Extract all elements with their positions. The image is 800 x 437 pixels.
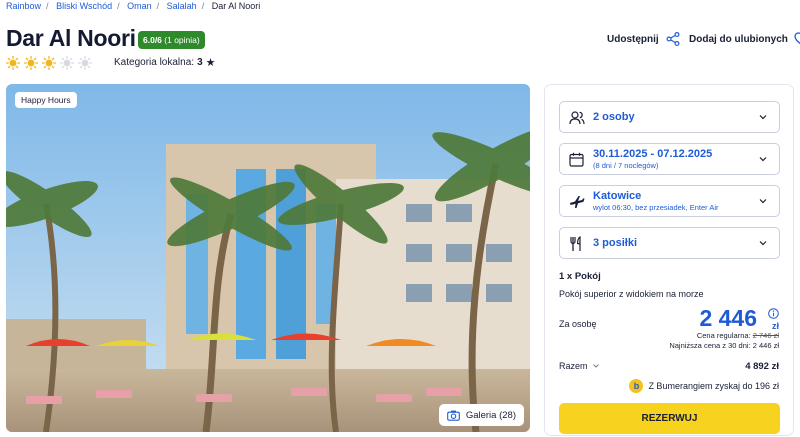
plane-icon: [570, 196, 585, 208]
rating-badge[interactable]: 6.0/6 (1 opinia): [138, 31, 205, 49]
breadcrumb-link-rainbow[interactable]: Rainbow: [6, 1, 41, 11]
sun-icon: [6, 56, 20, 70]
departure-select[interactable]: Katowice wylot 06:30, bez przesiadek, En…: [559, 185, 780, 217]
room-count: 1 x Pokój: [559, 271, 601, 282]
breadcrumb-separator: /: [117, 1, 120, 11]
share-button[interactable]: Udostępnij: [607, 32, 680, 46]
total-price: 4 892 zł: [745, 361, 779, 372]
sun-icon: [24, 56, 38, 70]
breadcrumb-link-middle-east[interactable]: Bliski Wschód: [56, 1, 112, 11]
cutlery-icon: [570, 236, 581, 251]
sun-rating: [6, 56, 92, 70]
happy-hours-tag: Happy Hours: [15, 92, 77, 108]
chevron-down-icon: [759, 115, 767, 120]
share-icon: [666, 32, 680, 46]
camera-icon: [446, 410, 460, 421]
calendar-icon: [569, 152, 584, 167]
dates-value: 30.11.2025 - 07.12.2025: [593, 148, 713, 160]
breadcrumb-link-salalah[interactable]: Salalah: [167, 1, 197, 11]
local-category-label: Kategoria lokalna:: [114, 57, 195, 68]
chevron-down-icon: [759, 241, 767, 246]
favorites-label: Dodaj do ulubionych: [689, 33, 788, 45]
dates-select[interactable]: 30.11.2025 - 07.12.2025 (8 dni / 7 nocle…: [559, 143, 780, 175]
meals-value: 3 posiłki: [593, 237, 638, 249]
price-currency: zł: [771, 321, 779, 331]
breadcrumb-current: Dar Al Noori: [211, 1, 261, 11]
total-toggle[interactable]: Razem: [559, 361, 600, 371]
gallery-label: Galeria (28): [465, 409, 516, 421]
book-button[interactable]: REZERWUJ: [559, 403, 780, 434]
chevron-down-icon: [759, 157, 767, 162]
gallery-button[interactable]: Galeria (28): [438, 404, 524, 426]
total-label: Razem: [559, 361, 588, 371]
local-category-value: 3: [197, 57, 203, 68]
rating-score: 6.0/6: [143, 35, 162, 45]
bumerang-text: Z Bumerangiem zyskaj do 196 zł: [648, 381, 779, 391]
departure-value: Katowice: [593, 190, 642, 202]
share-label: Udostępnij: [607, 33, 659, 45]
dates-duration: (8 dni / 7 noclegów): [593, 161, 659, 170]
users-icon: [569, 111, 585, 125]
local-category: Kategoria lokalna: 3 ★: [114, 57, 216, 68]
meals-select[interactable]: 3 posiłki: [559, 227, 780, 259]
per-person-label: Za osobę: [559, 319, 597, 329]
breadcrumb-separator: /: [201, 1, 205, 11]
breadcrumb-separator: /: [156, 1, 160, 11]
hotel-title: Dar Al Noori: [6, 25, 136, 51]
sun-icon: [78, 56, 92, 70]
chevron-down-icon: [592, 364, 599, 368]
price-per-person: 2 446: [699, 305, 757, 331]
sun-icon: [42, 56, 56, 70]
bumerang-coin-icon: b: [629, 379, 644, 393]
breadcrumb-separator: /: [46, 1, 49, 11]
bumerang-promo: b Z Bumerangiem zyskaj do 196 zł: [629, 379, 779, 393]
persons-value: 2 osoby: [593, 111, 635, 123]
regular-price-value: 2 746 zł: [752, 331, 779, 340]
heart-icon: [794, 32, 800, 45]
info-icon[interactable]: [768, 308, 779, 319]
lowest-price-30-days: Najniższa cena z 30 dni: 2 446 zł: [669, 341, 779, 350]
sun-icon: [60, 56, 74, 70]
regular-price-label: Cena regularna:: [696, 331, 751, 340]
departure-details: wylot 06:30, bez przesiadek, Enter Air: [593, 203, 719, 212]
add-to-favorites-button[interactable]: Dodaj do ulubionych: [689, 32, 800, 46]
breadcrumb: Rainbow / Bliski Wschód / Oman / Salalah / D…: [6, 1, 260, 12]
hotel-photo-image: [6, 84, 530, 432]
persons-select[interactable]: 2 osoby: [559, 101, 780, 133]
chevron-down-icon: [759, 199, 767, 204]
hotel-photo[interactable]: Happy Hours Galeria (28): [6, 84, 530, 432]
room-name: Pokój superior z widokiem na morze: [559, 289, 704, 299]
booking-panel: 2 osoby 30.11.2025 - 07.12.2025 (8 dni /…: [544, 84, 794, 436]
rating-reviews: (1 opinia): [164, 35, 200, 45]
regular-price: Cena regularna: 2 746 zł: [697, 331, 779, 340]
breadcrumb-link-oman[interactable]: Oman: [127, 1, 152, 11]
star-icon: ★: [205, 56, 216, 69]
